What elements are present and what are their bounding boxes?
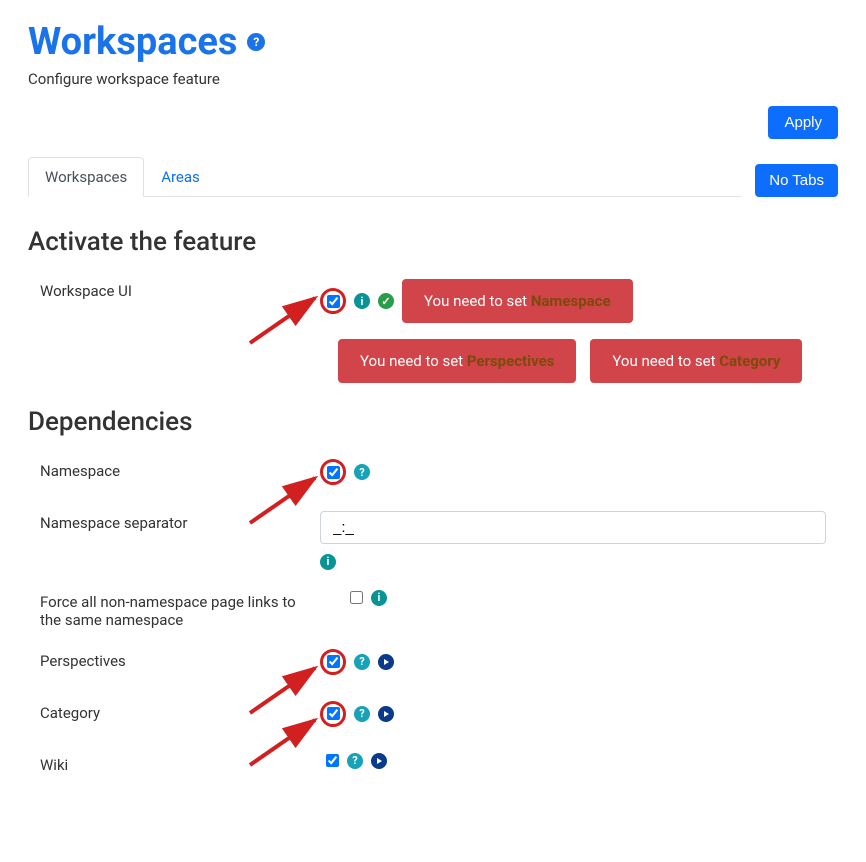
no-tabs-button[interactable]: No Tabs [755,164,838,197]
separator-label: Namespace separator [40,511,320,532]
arrow-annotation-icon [250,293,330,353]
namespace-checkbox[interactable] [327,466,340,479]
play-icon[interactable] [378,654,394,670]
info-icon[interactable]: i [354,293,370,309]
perspectives-label: Perspectives [40,649,320,670]
alert-category: You need to set Category [590,339,802,383]
wiki-label: Wiki [40,753,320,774]
alert-namespace: You need to set Namespace [402,279,633,323]
help-icon[interactable]: ? [354,654,370,670]
force-links-label: Force all non-namespace page links to th… [40,590,320,629]
page-subtitle: Configure workspace feature [28,70,838,88]
category-label: Category [40,701,320,722]
workspace-ui-label: Workspace UI [40,279,320,300]
help-icon[interactable]: ? [354,706,370,722]
section-dependencies-title: Dependencies [28,407,838,437]
page-title: Workspaces ? [28,20,265,64]
circle-annotation [320,649,346,675]
wiki-checkbox[interactable] [326,754,339,767]
tabs-bar: Workspaces Areas [28,157,741,197]
tab-workspaces[interactable]: Workspaces [28,157,144,197]
namespace-label: Namespace [40,459,320,480]
info-icon[interactable]: i [371,590,387,606]
tab-areas[interactable]: Areas [144,157,217,197]
play-icon[interactable] [371,753,387,769]
play-icon[interactable] [378,706,394,722]
category-checkbox[interactable] [327,707,340,720]
apply-button[interactable]: Apply [768,106,838,139]
check-icon: ✓ [378,293,394,309]
page-title-text: Workspaces [28,20,237,64]
section-activate-title: Activate the feature [28,227,838,257]
circle-annotation [320,288,346,314]
help-icon[interactable]: ? [354,464,370,480]
circle-annotation [320,701,346,727]
separator-input[interactable] [320,511,826,544]
workspace-ui-checkbox[interactable] [327,295,340,308]
alert-perspectives: You need to set Perspectives [338,339,576,383]
force-links-checkbox[interactable] [350,591,363,604]
circle-annotation [320,459,346,485]
help-icon[interactable]: ? [247,33,265,51]
help-icon[interactable]: ? [347,753,363,769]
perspectives-checkbox[interactable] [327,655,340,668]
info-icon[interactable]: i [320,554,336,570]
